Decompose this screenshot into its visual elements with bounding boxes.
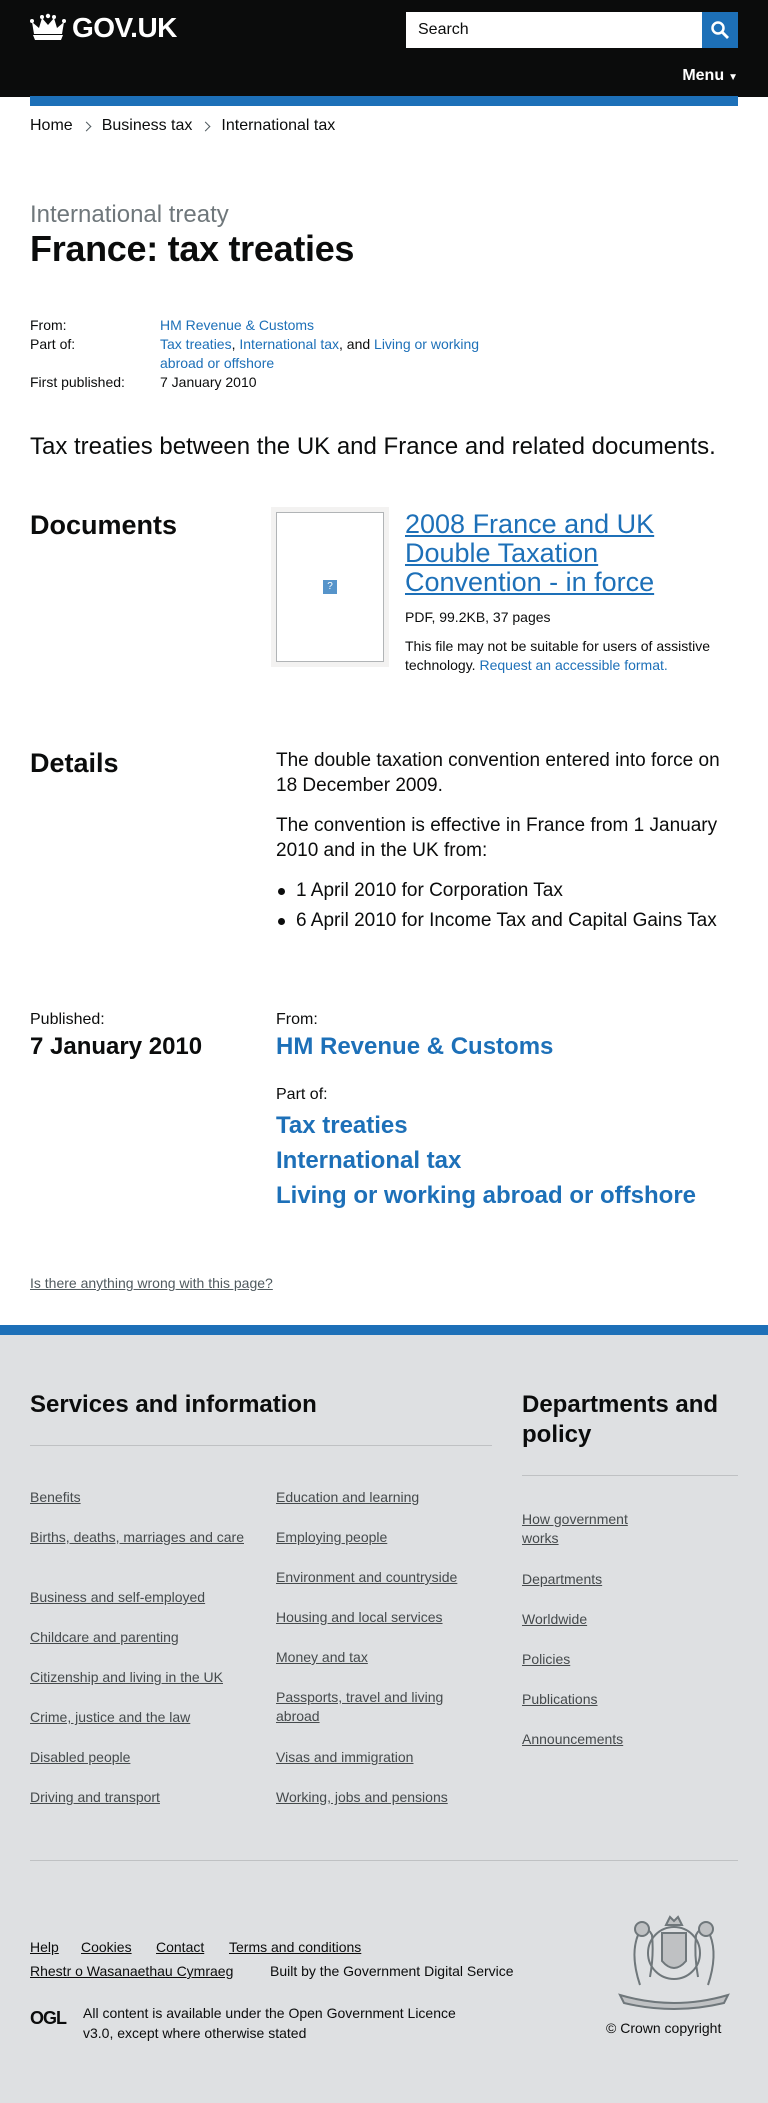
partof-label: Part of: — [276, 1086, 328, 1103]
footer-divider — [30, 1860, 738, 1861]
footer-link-passports[interactable]: Passports, travel and living abroad — [276, 1688, 476, 1726]
footer-link-policies[interactable]: Policies — [522, 1650, 570, 1669]
report-problem-link[interactable]: Is there anything wrong with this page? — [30, 1275, 273, 1291]
footer-link-publications[interactable]: Publications — [522, 1690, 598, 1709]
footer-link-housing[interactable]: Housing and local services — [276, 1608, 496, 1627]
published-value: 7 January 2010 — [30, 1033, 203, 1060]
logo-text: GOV.UK — [72, 12, 177, 43]
chevron-right-icon — [81, 121, 92, 131]
search-form: Search — [406, 12, 738, 48]
footer-link-working[interactable]: Working, jobs and pensions — [276, 1788, 496, 1807]
page-caption: International treaty — [30, 201, 229, 228]
page-lede: Tax treaties between the UK and France a… — [30, 433, 716, 460]
footer-link-business[interactable]: Business and self-employed — [30, 1588, 250, 1607]
details-list: 1 April 2010 for Corporation Tax 6 April… — [276, 878, 736, 933]
from-link[interactable]: HM Revenue & Customs — [276, 1033, 553, 1061]
footer-link-cookies[interactable]: Cookies — [81, 1939, 132, 1955]
footer-link-visas[interactable]: Visas and immigration — [276, 1748, 496, 1767]
meta-published-label: First published: — [30, 374, 125, 390]
services-heading: Services and information — [30, 1391, 317, 1418]
meta-from-label: From: — [30, 317, 67, 333]
partof-link-living-abroad[interactable]: Living or working abroad or offshore — [276, 1178, 696, 1213]
footer-link-departments[interactable]: Departments — [522, 1570, 602, 1589]
footer-link-education[interactable]: Education and learning — [276, 1488, 496, 1507]
footer-link-contact[interactable]: Contact — [156, 1939, 204, 1955]
meta-partof-link-tax-treaties[interactable]: Tax treaties — [160, 336, 232, 352]
crown-icon — [30, 13, 66, 40]
breadcrumb-business-tax[interactable]: Business tax — [102, 117, 193, 135]
menu-button[interactable]: Menu ▼ — [682, 67, 738, 85]
meta-published-value: 7 January 2010 — [160, 374, 257, 390]
document-accessibility-note: This file may not be suitable for users … — [405, 637, 725, 675]
details-heading: Details — [30, 748, 119, 778]
footer-link-welsh[interactable]: Rhestr o Wasanaethau Cymraeg — [30, 1963, 233, 1979]
meta-partof-link-international-tax[interactable]: International tax — [239, 336, 339, 352]
from-label: From: — [276, 1011, 318, 1028]
footer-link-environment[interactable]: Environment and countryside — [276, 1568, 496, 1587]
licence-suffix: , except where otherwise stated — [109, 2025, 307, 2041]
footer-link-citizenship[interactable]: Citizenship and living in the UK — [30, 1668, 260, 1687]
footer-link-childcare[interactable]: Childcare and parenting — [30, 1628, 250, 1647]
footer-divider — [522, 1475, 738, 1476]
departments-heading: Departments and policy — [522, 1391, 719, 1448]
licence-text: All content is available under the Open … — [83, 2003, 463, 2043]
site-header: GOV.UK Search Menu ▼ — [0, 0, 768, 97]
royal-coat-of-arms-icon — [618, 1915, 730, 2010]
footer-link-disabled[interactable]: Disabled people — [30, 1748, 250, 1767]
list-item: 6 April 2010 for Income Tax and Capital … — [276, 908, 736, 933]
documents-heading: Documents — [30, 510, 178, 540]
meta-sep: , and — [339, 336, 371, 352]
breadcrumb: Home Business tax International tax — [30, 117, 335, 135]
footer-link-benefits[interactable]: Benefits — [30, 1488, 250, 1507]
meta-sep: , — [231, 336, 236, 352]
footer-link-crime[interactable]: Crime, justice and the law — [30, 1708, 260, 1727]
search-icon — [711, 21, 729, 39]
menu-label: Menu — [682, 67, 725, 84]
ogl-logo: OGL — [30, 2008, 67, 2028]
partof-link-international-tax[interactable]: International tax — [276, 1143, 696, 1178]
details-paragraph: The convention is effective in France fr… — [276, 815, 718, 861]
meta-from-link[interactable]: HM Revenue & Customs — [160, 317, 314, 333]
footer-link-employing[interactable]: Employing people — [276, 1528, 496, 1547]
footer-link-births[interactable]: Births, deaths, marriages and care — [30, 1528, 250, 1547]
footer-divider — [30, 1445, 492, 1446]
built-by: Built by the Government Digital Service — [270, 1963, 514, 1979]
site-footer: Services and information Benefits Births… — [0, 1325, 768, 2103]
caret-down-icon: ▼ — [728, 72, 738, 83]
details-body: The double taxation convention entered i… — [276, 748, 736, 938]
meta-partof-label: Part of: — [30, 336, 76, 352]
footer-link-worldwide[interactable]: Worldwide — [522, 1610, 587, 1629]
search-input[interactable]: Search — [406, 12, 702, 48]
footer-link-help[interactable]: Help — [30, 1939, 59, 1955]
search-button[interactable] — [702, 12, 738, 48]
document-file-meta: PDF, 99.2KB, 37 pages — [405, 609, 551, 625]
pdf-placeholder-icon: ? — [323, 580, 337, 594]
breadcrumb-home[interactable]: Home — [30, 117, 73, 135]
footer-link-driving[interactable]: Driving and transport — [30, 1788, 250, 1807]
footer-link-money[interactable]: Money and tax — [276, 1648, 496, 1667]
breadcrumb-international-tax[interactable]: International tax — [221, 117, 335, 135]
details-paragraph: The double taxation convention entered i… — [276, 750, 720, 796]
govuk-logo-link[interactable]: GOV.UK — [30, 12, 177, 44]
gds-link[interactable]: Government Digital Service — [343, 1963, 513, 1979]
built-by-text: Built by the — [270, 1963, 340, 1979]
partof-link-tax-treaties[interactable]: Tax treaties — [276, 1108, 696, 1143]
footer-link-terms[interactable]: Terms and conditions — [229, 1939, 361, 1955]
chevron-right-icon — [200, 121, 211, 131]
document-title-link[interactable]: 2008 France and UK Double Taxation Conve… — [405, 510, 740, 597]
licence-prefix: All content is available under the — [83, 2005, 285, 2021]
metadata: From: HM Revenue & Customs Part of: Tax … — [30, 316, 500, 392]
crown-copyright: © Crown copyright — [606, 2020, 722, 2036]
footer-link-announcements[interactable]: Announcements — [522, 1730, 623, 1749]
published-label: Published: — [30, 1011, 105, 1028]
partof-links: Tax treaties International tax Living or… — [276, 1108, 696, 1213]
footer-link-how-government-works[interactable]: How government works — [522, 1510, 652, 1548]
page-title: France: tax treaties — [30, 228, 355, 269]
list-item: 1 April 2010 for Corporation Tax — [276, 878, 736, 903]
header-blue-bar — [30, 96, 738, 106]
document-thumbnail[interactable]: ? — [276, 512, 384, 662]
request-accessible-format-link[interactable]: Request an accessible format. — [479, 657, 667, 673]
